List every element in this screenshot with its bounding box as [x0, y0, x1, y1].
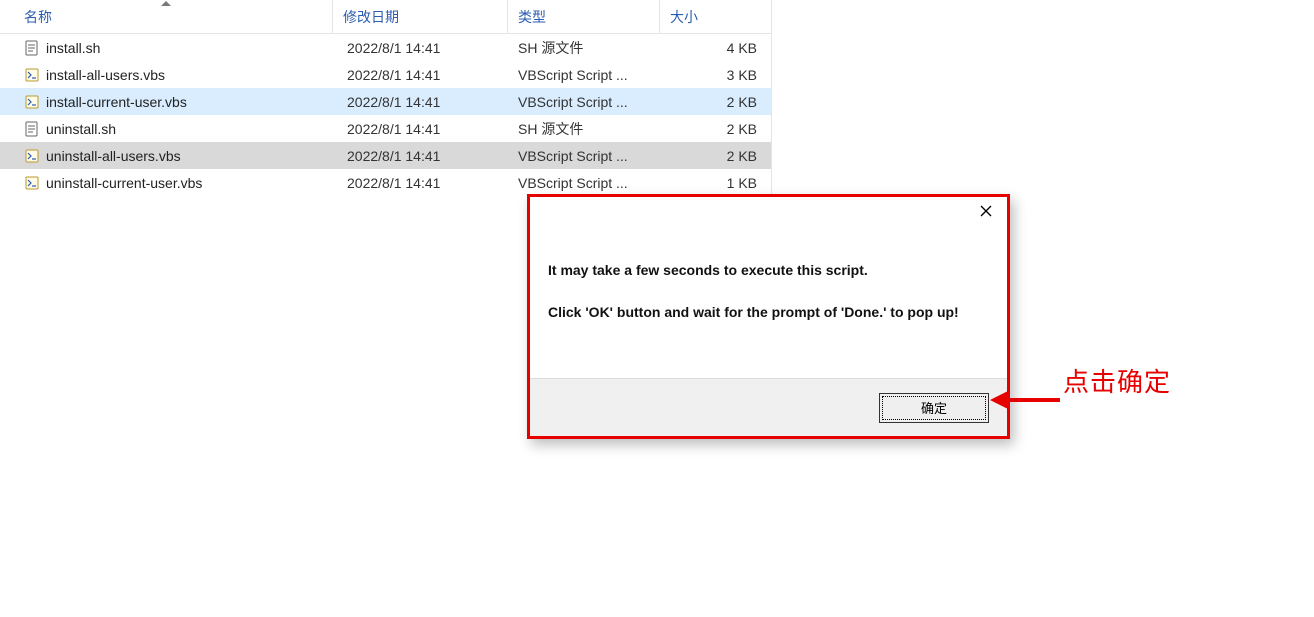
- file-name-label: install.sh: [46, 40, 100, 56]
- annotation-label: 点击确定: [1063, 362, 1171, 399]
- annotation-arrow: [990, 388, 1060, 412]
- vbs-file-icon: [24, 175, 40, 191]
- file-row[interactable]: install-current-user.vbs 2022/8/1 14:41VB…: [0, 88, 771, 115]
- file-name-label: uninstall-current-user.vbs: [46, 175, 202, 191]
- arrow-left-icon: [990, 388, 1060, 412]
- col-header-type-label: 类型: [518, 7, 546, 27]
- file-size-cell: 2 KB: [660, 94, 771, 110]
- file-type-cell: VBScript Script ...: [508, 67, 660, 83]
- file-row[interactable]: install-all-users.vbs 2022/8/1 14:41VBScr…: [0, 61, 771, 88]
- col-header-name-label: 名称: [24, 7, 52, 27]
- file-row[interactable]: uninstall-current-user.vbs 2022/8/1 14:41…: [0, 169, 771, 196]
- close-icon: [980, 205, 992, 217]
- col-header-date-label: 修改日期: [343, 7, 399, 27]
- file-date-cell: 2022/8/1 14:41: [333, 40, 508, 56]
- col-header-size[interactable]: 大小: [660, 0, 771, 33]
- file-type-cell: VBScript Script ...: [508, 94, 660, 110]
- file-size-cell: 3 KB: [660, 67, 771, 83]
- file-rows: install.sh2022/8/1 14:41SH 源文件4 KBinstal…: [0, 34, 771, 196]
- file-date-cell: 2022/8/1 14:41: [333, 94, 508, 110]
- dialog-text-line2: Click 'OK' button and wait for the promp…: [548, 303, 989, 323]
- file-size-cell: 4 KB: [660, 40, 771, 56]
- file-type-cell: VBScript Script ...: [508, 175, 660, 191]
- sh-file-icon: [24, 121, 40, 137]
- vbs-file-icon: [24, 94, 40, 110]
- file-row[interactable]: uninstall.sh 2022/8/1 14:41SH 源文件2 KB: [0, 115, 771, 142]
- file-name-cell: install-all-users.vbs: [0, 67, 333, 83]
- col-header-name[interactable]: 名称: [0, 0, 333, 33]
- file-date-cell: 2022/8/1 14:41: [333, 175, 508, 191]
- script-prompt-dialog: It may take a few seconds to execute thi…: [527, 194, 1010, 439]
- file-type-cell: SH 源文件: [508, 38, 660, 58]
- file-date-cell: 2022/8/1 14:41: [333, 67, 508, 83]
- col-header-date[interactable]: 修改日期: [333, 0, 508, 33]
- file-date-cell: 2022/8/1 14:41: [333, 121, 508, 137]
- file-date-cell: 2022/8/1 14:41: [333, 148, 508, 164]
- file-name-cell: install.sh: [0, 40, 333, 56]
- column-headers: 名称 修改日期 类型 大小: [0, 0, 771, 34]
- file-name-cell: install-current-user.vbs: [0, 94, 333, 110]
- dialog-text-line1: It may take a few seconds to execute thi…: [548, 261, 989, 281]
- file-list-panel: 名称 修改日期 类型 大小 install.sh2022/8/1 14:41SH…: [0, 0, 772, 196]
- file-row[interactable]: uninstall-all-users.vbs 2022/8/1 14:41VBS…: [0, 142, 771, 169]
- file-size-cell: 2 KB: [660, 121, 771, 137]
- file-type-cell: SH 源文件: [508, 119, 660, 139]
- dialog-close-button[interactable]: [965, 197, 1007, 225]
- file-name-label: install-all-users.vbs: [46, 67, 165, 83]
- file-name-label: uninstall.sh: [46, 121, 116, 137]
- ok-button[interactable]: 确定: [879, 393, 989, 423]
- sh-file-icon: [24, 40, 40, 56]
- file-row[interactable]: install.sh 2022/8/1 14:41SH 源文件4 KB: [0, 34, 771, 61]
- sort-ascending-icon: [161, 1, 171, 6]
- dialog-titlebar: [530, 197, 1007, 231]
- file-type-cell: VBScript Script ...: [508, 148, 660, 164]
- file-name-cell: uninstall-all-users.vbs: [0, 148, 333, 164]
- file-name-label: install-current-user.vbs: [46, 94, 187, 110]
- dialog-button-bar: 确定: [530, 378, 1007, 436]
- col-header-size-label: 大小: [670, 7, 698, 27]
- vbs-file-icon: [24, 148, 40, 164]
- file-size-cell: 1 KB: [660, 175, 771, 191]
- col-header-type[interactable]: 类型: [508, 0, 660, 33]
- vbs-file-icon: [24, 67, 40, 83]
- dialog-body: It may take a few seconds to execute thi…: [530, 231, 1007, 378]
- file-name-cell: uninstall-current-user.vbs: [0, 175, 333, 191]
- file-name-cell: uninstall.sh: [0, 121, 333, 137]
- file-size-cell: 2 KB: [660, 148, 771, 164]
- file-name-label: uninstall-all-users.vbs: [46, 148, 181, 164]
